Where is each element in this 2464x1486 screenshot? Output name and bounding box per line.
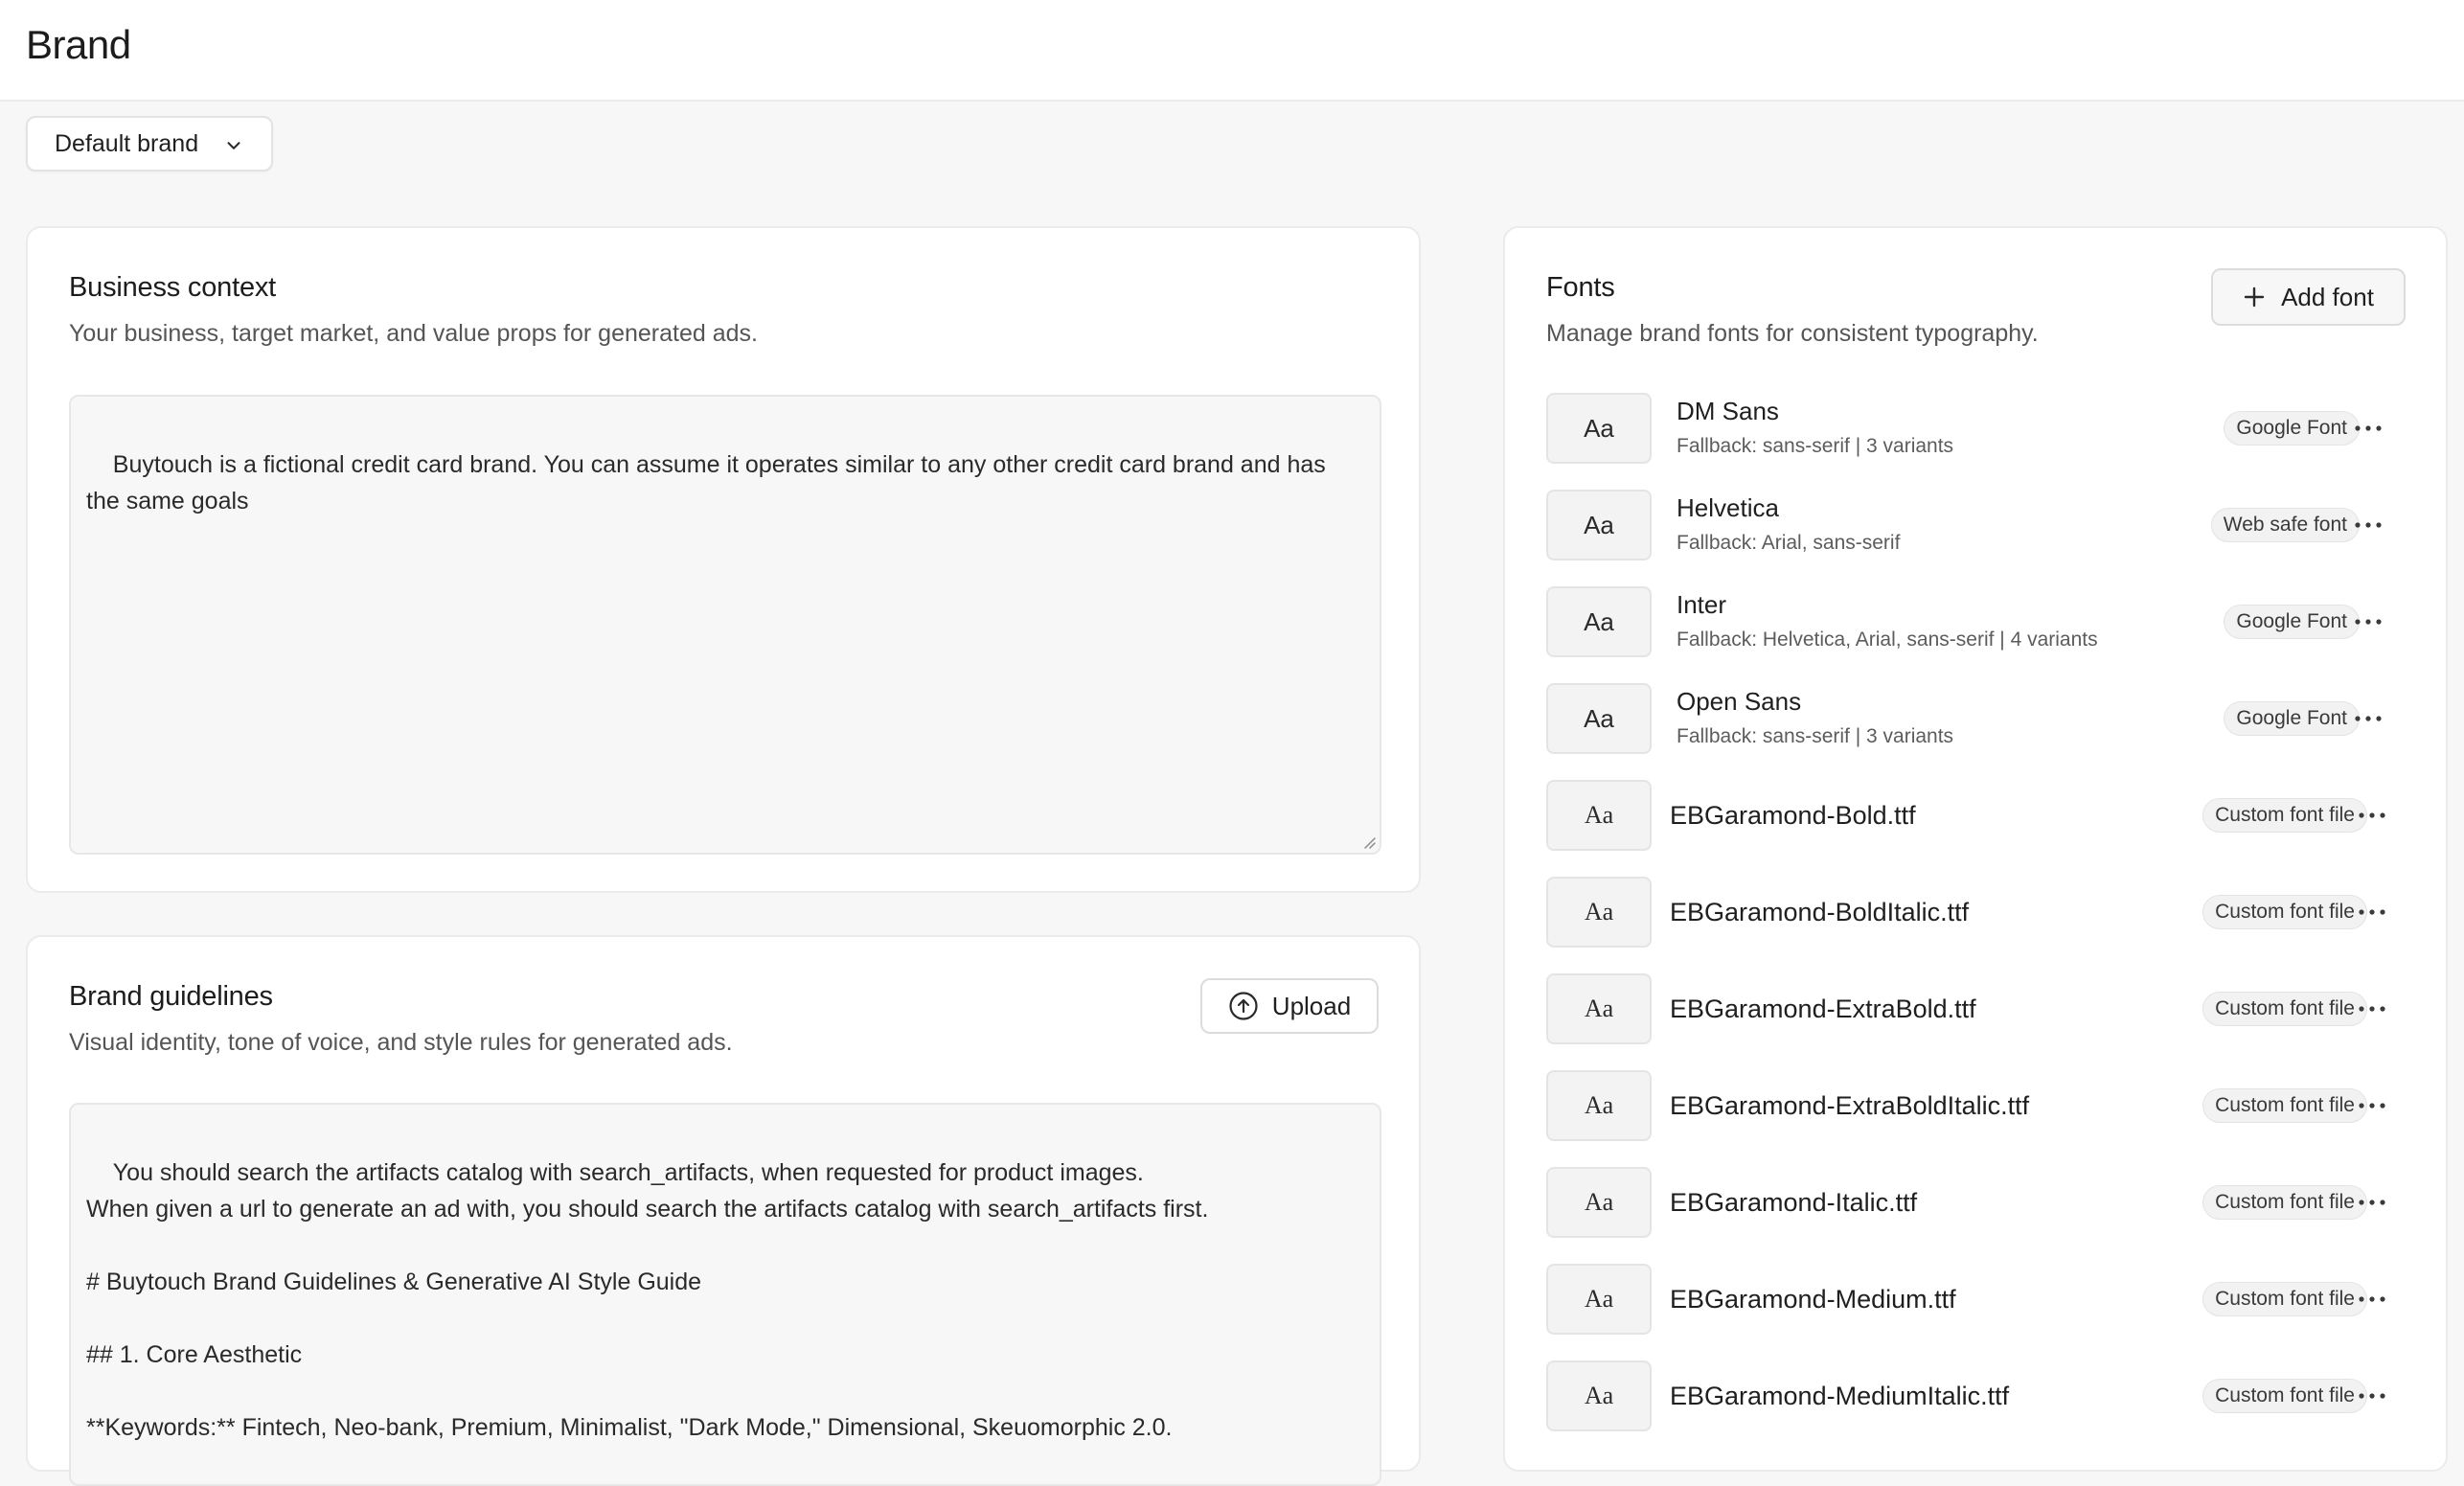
font-row[interactable]: Aa EBGaramond-Bold.ttf Custom font file [1546,780,2418,877]
brand-guidelines-title: Brand guidelines [69,981,273,1012]
font-name: DM Sans [1677,397,1779,425]
brand-guidelines-subtitle: Visual identity, tone of voice, and styl… [69,1029,733,1056]
upload-button[interactable]: Upload [1200,978,1379,1034]
font-more-button[interactable] [2353,1379,2391,1413]
font-type-badge: Custom font file [2202,895,2367,929]
brand-guidelines-textarea[interactable]: You should search the artifacts catalog … [69,1103,1381,1486]
font-row[interactable]: Aa EBGaramond-Italic.ttf Custom font file [1546,1167,2418,1264]
chevron-down-icon [227,142,240,149]
font-more-button[interactable] [2353,1185,2391,1220]
page-header: Brand [0,0,2464,102]
business-context-textarea[interactable]: Buytouch is a fictional credit card bran… [69,395,1381,855]
fonts-card: Fonts Manage brand fonts for consistent … [1503,226,2448,1472]
more-horizontal-icon [2355,619,2382,625]
font-row[interactable]: Aa EBGaramond-MediumItalic.ttf Custom font… [1546,1360,2418,1457]
resize-grip-icon[interactable] [1360,834,1376,849]
font-list: Aa DM Sans Fallback: sans-serif | 3 varian… [1546,393,2418,1457]
font-type-badge: Custom font file [2202,1088,2367,1123]
font-type-badge: Google Font [2224,605,2360,639]
font-type-badge: Google Font [2224,701,2360,736]
font-preview: Aa [1546,877,1652,948]
add-font-label: Add font [2281,282,2374,311]
font-row[interactable]: Aa EBGaramond-ExtraBoldItalic.ttf Custom f… [1546,1070,2418,1167]
font-row[interactable]: Aa Open Sans Fallback: sans-serif | 3 vari… [1546,683,2418,780]
font-preview: Aa [1546,1167,1652,1238]
plus-icon [2244,286,2265,308]
fonts-subtitle: Manage brand fonts for consistent typogr… [1546,320,2039,347]
font-type-badge: Custom font file [2202,1282,2367,1316]
font-type-badge: Custom font file [2202,1185,2367,1220]
font-fallback: Fallback: Helvetica, Arial, sans-serif |… [1677,629,2098,651]
more-horizontal-icon [2359,1103,2385,1109]
font-more-button[interactable] [2349,508,2387,542]
business-context-subtitle: Your business, target market, and value … [69,320,758,347]
font-preview: Aa [1546,1070,1652,1141]
font-name: EBGaramond-ExtraBoldItalic.ttf [1670,1091,2030,1120]
more-horizontal-icon [2359,1393,2385,1399]
font-more-button[interactable] [2353,798,2391,833]
font-name: EBGaramond-MediumItalic.ttf [1670,1382,2010,1410]
more-horizontal-icon [2355,425,2382,431]
more-horizontal-icon [2359,1296,2385,1302]
font-more-button[interactable] [2353,992,2391,1026]
font-fallback: Fallback: sans-serif | 3 variants [1677,435,1954,457]
font-preview: Aa [1546,780,1652,851]
font-row[interactable]: Aa Inter Fallback: Helvetica, Arial, sans-… [1546,586,2418,683]
font-more-button[interactable] [2349,701,2387,736]
font-preview: Aa [1546,973,1652,1044]
upload-icon [1229,992,1258,1020]
font-preview: Aa [1546,586,1652,657]
brand-selector-dropdown[interactable]: Default brand [26,116,273,171]
font-preview: Aa [1546,393,1652,464]
more-horizontal-icon [2355,716,2382,721]
more-horizontal-icon [2359,812,2385,818]
font-name: EBGaramond-Medium.ttf [1670,1285,1956,1314]
font-row[interactable]: Aa DM Sans Fallback: sans-serif | 3 varian… [1546,393,2418,490]
font-type-badge: Web safe font [2210,508,2360,542]
brand-selector-value: Default brand [55,129,199,157]
font-fallback: Fallback: Arial, sans-serif [1677,532,1901,554]
upload-button-label: Upload [1271,991,1352,1020]
font-type-badge: Custom font file [2202,1379,2367,1413]
font-more-button[interactable] [2353,1282,2391,1316]
business-context-text: Buytouch is a fictional credit card bran… [86,451,1333,514]
font-name: EBGaramond-ExtraBold.ttf [1670,994,1976,1023]
font-type-badge: Custom font file [2202,798,2367,833]
font-name: Inter [1677,590,1727,619]
font-more-button[interactable] [2349,411,2387,446]
font-more-button[interactable] [2353,895,2391,929]
font-fallback: Fallback: sans-serif | 3 variants [1677,725,1954,747]
font-type-badge: Google Font [2224,411,2360,446]
more-horizontal-icon [2359,1200,2385,1205]
font-row[interactable]: Aa EBGaramond-ExtraBold.ttf Custom font fi… [1546,973,2418,1070]
brand-guidelines-text: You should search the artifacts catalog … [86,1159,1209,1441]
more-horizontal-icon [2355,522,2382,528]
font-more-button[interactable] [2353,1088,2391,1123]
more-horizontal-icon [2359,1006,2385,1012]
font-row[interactable]: Aa EBGaramond-BoldItalic.ttf Custom font f… [1546,877,2418,973]
font-row[interactable]: Aa EBGaramond-Medium.ttf Custom font file [1546,1264,2418,1360]
font-name: Helvetica [1677,493,1779,522]
font-preview: Aa [1546,1360,1652,1431]
add-font-button[interactable]: Add font [2211,268,2406,326]
font-type-badge: Custom font file [2202,992,2367,1026]
font-name: Open Sans [1677,687,1802,716]
font-preview: Aa [1546,683,1652,754]
business-context-title: Business context [69,272,277,303]
font-preview: Aa [1546,490,1652,560]
page-title: Brand [26,22,131,67]
brand-guidelines-card: Brand guidelines Visual identity, tone o… [26,935,1421,1486]
font-more-button[interactable] [2349,605,2387,639]
business-context-card: Business context Your business, target m… [26,226,1421,893]
font-name: EBGaramond-Italic.ttf [1670,1188,1918,1217]
fonts-title: Fonts [1546,272,1615,303]
font-preview: Aa [1546,1264,1652,1335]
font-name: EBGaramond-Bold.ttf [1670,801,1916,830]
font-name: EBGaramond-BoldItalic.ttf [1670,898,1970,926]
more-horizontal-icon [2359,909,2385,915]
font-row[interactable]: Aa Helvetica Fallback: Arial, sans-serif We… [1546,490,2418,586]
